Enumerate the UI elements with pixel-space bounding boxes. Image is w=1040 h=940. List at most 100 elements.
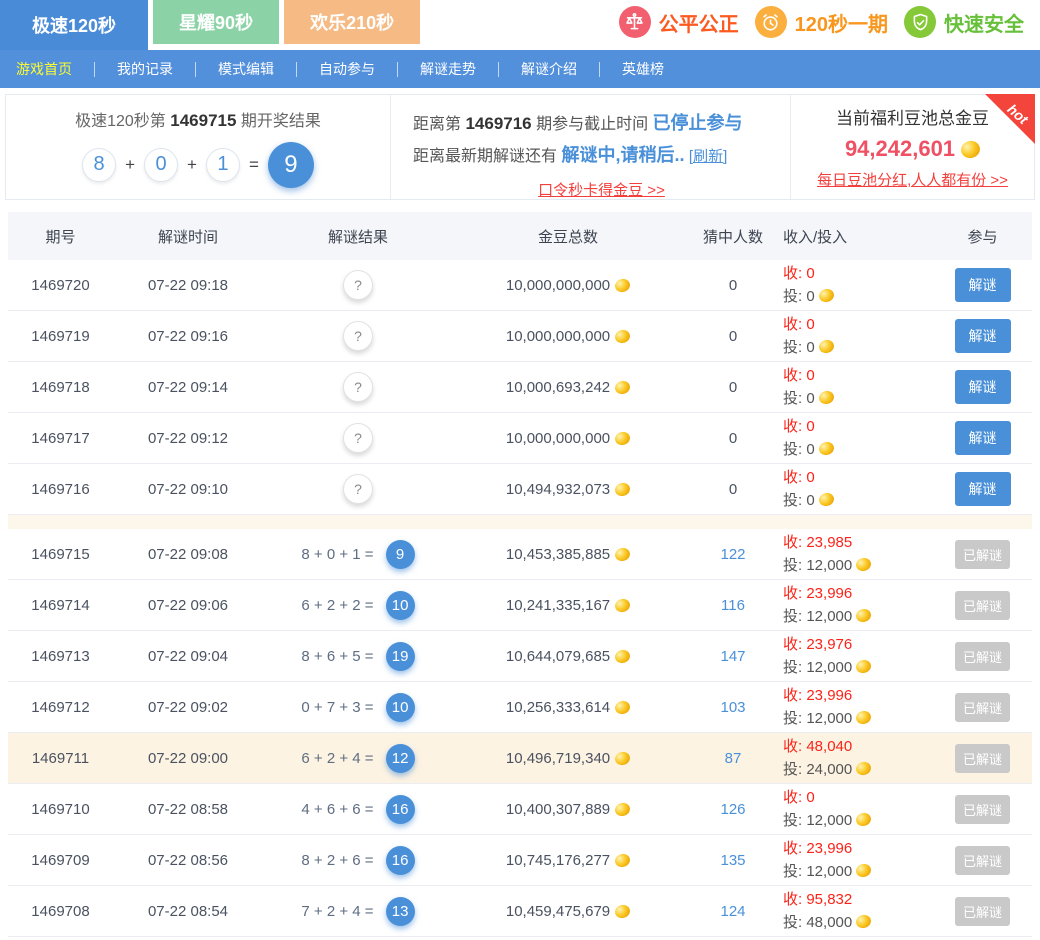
shield-icon [904,6,936,38]
draw-time: 07-22 09:18 [148,277,228,294]
winners-count[interactable]: 135 [720,852,745,869]
income-line: 收: 48,040 [783,735,933,758]
result-number-3: 1 [206,148,240,182]
promo-line: 口令秒卡得金豆 >> [413,176,790,206]
result-title-suffix: 期开奖结果 [236,113,320,130]
badge-safety-label: 快速安全 [944,8,1024,37]
header-issue: 期号 [8,226,113,247]
income-line: 收: 23,985 [783,531,933,554]
nav-item-6[interactable]: 英雄榜 [622,59,664,79]
result-number-2: 0 [144,148,178,182]
participate-button: 已解谜 [955,642,1010,671]
invest-line: 投: 24,000 [783,758,933,781]
result-sum-badge: 16 [386,846,415,875]
income-invest-cell: 收: 0 投: 0 [783,466,933,512]
invest-line: 投: 0 [783,336,933,359]
nav-item-3[interactable]: 自动参与 [319,59,375,79]
table-row: 1469718 07-22 09:14 ? 10,000,693,242 0 收… [8,362,1032,413]
income-line: 收: 23,996 [783,837,933,860]
table-row: 1469715 07-22 09:08 8 + 0 + 1 = 9 10,453… [8,529,1032,580]
draw-time: 07-22 09:06 [148,597,228,614]
issue-number: 1469716 [31,481,89,498]
result-sum-badge: 10 [386,693,415,722]
tab-speed-120s[interactable]: 极速120秒 [0,0,148,50]
participate-button[interactable]: 解谜 [955,472,1011,506]
draw-time: 07-22 08:54 [148,903,228,920]
header-income-invest: 收入/投入 [783,226,933,247]
coin-icon [614,699,632,715]
result-equation: 7 + 2 + 4 = [301,903,373,920]
participate-button[interactable]: 解谜 [955,421,1011,455]
plus-sign: + [125,155,135,175]
result-equation: 8 + 6 + 5 = [301,648,373,665]
trust-badges: 公平公正 120秒一期 快速安全 [619,6,1024,38]
invest-line: 投: 48,000 [783,911,933,934]
badge-fairness-label: 公平公正 [659,8,739,37]
table-row: 1469719 07-22 09:16 ? 10,000,000,000 0 收… [8,311,1032,362]
winners-count[interactable]: 103 [720,699,745,716]
draw-time: 07-22 08:58 [148,801,228,818]
winners-count[interactable]: 124 [720,903,745,920]
clock-icon [755,6,787,38]
coin-icon [614,852,632,868]
coin-icon [959,138,982,159]
winners-count[interactable]: 87 [725,750,742,767]
result-numbers: 8 + 0 + 1 = 9 [82,142,314,188]
income-invest-cell: 收: 0 投: 0 [783,262,933,308]
last-result-panel: 极速120秒第 1469715 期开奖结果 8 + 0 + 1 = 9 [6,95,391,199]
winners-count[interactable]: 116 [721,597,745,614]
participate-button[interactable]: 解谜 [955,370,1011,404]
nav-separator [94,62,95,77]
income-invest-cell: 收: 23,996 投: 12,000 [783,684,933,730]
solving-prefix: 距离最新期解谜还有 [413,148,561,165]
participate-button[interactable]: 解谜 [955,319,1011,353]
issue-number: 1469718 [31,379,89,396]
income-invest-cell: 收: 23,996 投: 12,000 [783,582,933,628]
winners-count: 0 [729,277,737,294]
deadline-line: 距离第 1469716 期参与截止时间 已停止参与 [413,108,790,140]
nav-item-4[interactable]: 解谜走势 [420,59,476,79]
header-time: 解谜时间 [113,226,263,247]
countdown-panel: 距离第 1469716 期参与截止时间 已停止参与 距离最新期解谜还有 解谜中,… [391,95,791,199]
password-card-link[interactable]: 口令秒卡得金豆 >> [538,182,665,199]
income-invest-cell: 收: 23,976 投: 12,000 [783,633,933,679]
solving-status: 解谜中,请稍后.. [561,145,684,165]
coin-icon [614,648,632,664]
participate-button: 已解谜 [955,540,1010,569]
table-row: 1469713 07-22 09:04 8 + 6 + 5 = 19 10,64… [8,631,1032,682]
participate-button: 已解谜 [955,591,1010,620]
income-invest-cell: 收: 0 投: 0 [783,415,933,461]
refresh-link[interactable]: [刷新] [689,148,727,165]
issue-number: 1469709 [31,852,89,869]
nav-item-5[interactable]: 解谜介绍 [521,59,577,79]
income-invest-cell: 收: 0 投: 0 [783,313,933,359]
invest-line: 投: 0 [783,285,933,308]
nav-separator [296,62,297,77]
deadline-prefix: 距离第 [413,116,465,133]
nav-item-1[interactable]: 我的记录 [117,59,173,79]
nav-item-0[interactable]: 游戏首页 [16,59,72,79]
header-winners: 猜中人数 [683,226,783,247]
nav-separator [195,62,196,77]
winners-count[interactable]: 126 [720,801,745,818]
tab-happy-210s[interactable]: 欢乐210秒 [284,0,420,44]
pool-total: 10,459,475,679 [506,903,610,920]
issue-number: 1469714 [31,597,89,614]
draws-table: 期号 解谜时间 解谜结果 金豆总数 猜中人数 收入/投入 参与 1469720 … [8,212,1032,937]
tab-star-90s[interactable]: 星耀90秒 [153,0,279,44]
info-card: 极速120秒第 1469715 期开奖结果 8 + 0 + 1 = 9 距离第 … [5,94,1035,200]
pool-amount-value: 94,242,601 [845,136,955,162]
page-header: 游戏首页 我的记录 模式编辑 自动参与 解谜走势 解谜介绍 英雄榜 极速120秒 星耀90秒… [0,0,1040,88]
solved-rows-group: 1469715 07-22 09:08 8 + 0 + 1 = 9 10,453… [8,529,1032,937]
nav-item-2[interactable]: 模式编辑 [218,59,274,79]
winners-count[interactable]: 122 [720,546,745,563]
participate-button: 已解谜 [955,693,1010,722]
dividend-link[interactable]: 每日豆池分红,人人都有份 >> [817,169,1008,190]
header-participate: 参与 [933,226,1032,247]
pool-total: 10,494,932,073 [506,481,610,498]
unknown-result-icon: ? [343,270,373,300]
invest-line: 投: 12,000 [783,707,933,730]
pool-total: 10,745,176,277 [506,852,610,869]
winners-count[interactable]: 147 [720,648,745,665]
participate-button[interactable]: 解谜 [955,268,1011,302]
